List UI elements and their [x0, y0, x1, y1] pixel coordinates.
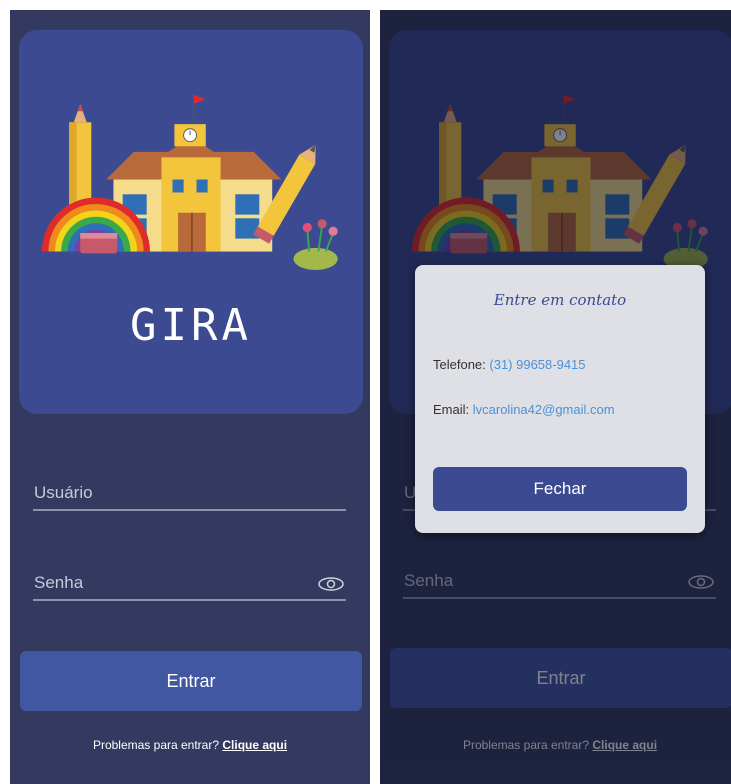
email-row: Email: lvcarolina42@gmail.com — [433, 402, 615, 417]
help-link[interactable]: Clique aqui — [222, 738, 287, 752]
login-screen: GIRA Usuário Senha Entrar Problemas para… — [10, 10, 370, 784]
eye-icon[interactable] — [318, 577, 344, 591]
modal-title: Entre em contato — [493, 291, 627, 309]
help-prompt: Problemas para entrar? — [92, 738, 220, 752]
username-placeholder: Usuário — [34, 483, 93, 502]
email-link[interactable]: lvcarolina42@gmail.com — [473, 402, 615, 417]
email-label: Email: — [433, 402, 470, 417]
help-text: Problemas para entrar? Clique aqui — [10, 738, 370, 752]
contact-screen: GIRA Usuário Senha Entrar Problemas para… — [380, 10, 731, 784]
phone-label: Telefone: — [433, 357, 486, 372]
hero-card: GIRA — [19, 30, 363, 414]
phone-link[interactable]: (31) 99658-9415 — [489, 357, 585, 372]
close-button[interactable]: Fechar — [433, 467, 687, 511]
school-illustration-icon — [19, 90, 363, 270]
username-field[interactable]: Usuário — [33, 475, 346, 511]
password-field[interactable]: Senha — [33, 565, 346, 601]
app-logo: GIRA — [130, 300, 252, 351]
login-button[interactable]: Entrar — [20, 651, 362, 711]
password-placeholder: Senha — [34, 573, 84, 592]
contact-modal: Entre em contato Telefone: (31) 99658-94… — [415, 265, 705, 533]
phone-row: Telefone: (31) 99658-9415 — [433, 357, 586, 372]
